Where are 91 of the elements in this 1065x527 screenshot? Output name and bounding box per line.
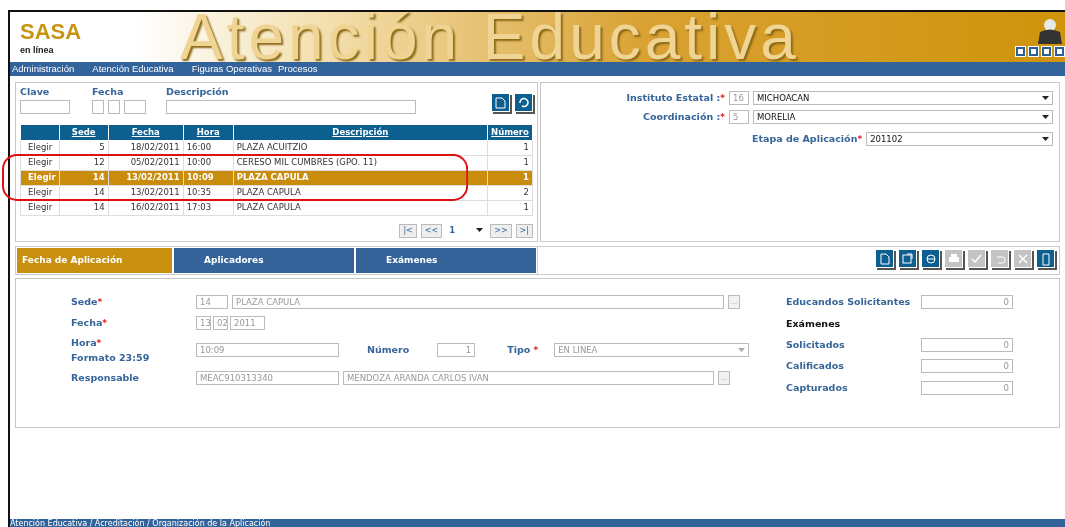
code-field[interactable]: 14 — [196, 295, 228, 310]
table-row[interactable]: Elegir 12 05/02/2011 10:00 CERESO MIL CUMBRES (GPO. 11) 1 — [20, 155, 533, 171]
section-heading: Exámenes — [786, 316, 842, 331]
table-cell: 16/02/2011 — [108, 200, 184, 216]
field-label: Coordinación : — [643, 110, 721, 122]
table-cell: 1 — [487, 155, 533, 171]
code-field[interactable]: 16 — [729, 91, 749, 106]
field-label: Educandos Solicitantes — [786, 296, 911, 307]
field-label: Capturados — [786, 381, 848, 393]
code-field[interactable]: 5 — [729, 109, 749, 124]
code-field[interactable]: MEAC910313340 — [196, 371, 339, 385]
field-label: Instituto Estatal : — [626, 92, 721, 103]
previous-page-button[interactable]: << — [420, 223, 443, 238]
table-cell: 14 — [59, 200, 109, 216]
table-cell: 1 — [487, 200, 533, 216]
table-cell: 10:00 — [183, 155, 234, 171]
column-header[interactable]: Descripción — [233, 124, 488, 141]
year-field[interactable] — [124, 99, 146, 114]
column-label: Descripción — [166, 86, 229, 97]
count-field[interactable]: 0 — [921, 359, 1013, 374]
count-field[interactable]: 0 — [921, 337, 1013, 352]
column-header[interactable]: Número — [487, 124, 533, 141]
table-cell: CERESO MIL CUMBRES (GPO. 11) — [233, 155, 488, 171]
table-cell: 2 — [487, 185, 533, 201]
field-label: Solicitados — [786, 338, 845, 350]
user-icon — [1035, 17, 1065, 44]
day-field[interactable]: 13 — [196, 315, 211, 330]
caret-icon — [1042, 114, 1049, 120]
menu-item[interactable]: Administración — [12, 62, 75, 76]
menu-item[interactable]: Atención Educativa — [92, 62, 174, 76]
name-field[interactable]: PLAZA CAPULA — [232, 295, 724, 310]
required-mark: * — [532, 345, 539, 356]
caret-icon — [476, 227, 484, 233]
column-label: Clave — [20, 86, 50, 97]
number-field[interactable]: 1 — [437, 343, 476, 358]
count-field[interactable]: 0 — [921, 380, 1013, 395]
field-label: Tipo — [507, 344, 531, 356]
tab[interactable]: Aplicadores — [174, 248, 354, 273]
field-label: Número — [367, 344, 410, 356]
logo-text: SASA — [20, 19, 83, 45]
table-cell: 12 — [59, 155, 109, 171]
status-bar: Atención Educativa / Acreditación / Organización de la Aplicación — [10, 519, 1065, 527]
required-mark: * — [857, 134, 863, 144]
field-label: Fecha — [71, 316, 103, 328]
menu-item[interactable]: Procesos — [277, 62, 318, 76]
table-cell: 17:03 — [183, 200, 234, 216]
table-cell: 05/02/2011 — [108, 155, 184, 171]
column-header[interactable]: Hora — [183, 124, 234, 141]
menu-item[interactable]: Figuras Operativas — [191, 62, 272, 76]
select-field[interactable]: EN LINEA — [554, 343, 750, 358]
table-cell: PLAZA CAPULA — [233, 200, 488, 216]
year-field[interactable]: 2011 — [230, 315, 265, 330]
clave-field[interactable] — [20, 99, 70, 114]
format-hint: Formato 23:59 — [71, 350, 151, 365]
table-row[interactable]: Elegir 5 18/02/2011 16:00 PLAZA ACUITZIO 1 — [20, 140, 533, 156]
next-page-button[interactable]: >> — [490, 223, 512, 238]
time-field[interactable]: 10:09 — [196, 343, 339, 358]
month-field[interactable] — [108, 99, 120, 114]
field-label: Hora — [71, 337, 97, 348]
column-header[interactable]: Fecha — [108, 124, 184, 141]
required-mark: * — [102, 317, 108, 328]
table-row[interactable]: Elegir 14 16/02/2011 17:03 PLAZA CAPULA 1 — [20, 200, 533, 216]
select-field[interactable]: MICHOACAN — [753, 91, 1053, 106]
column-label: Fecha — [92, 86, 124, 97]
last-page-button[interactable]: >| — [515, 223, 533, 238]
required-mark: * — [96, 338, 102, 348]
field-label: Responsable — [71, 371, 140, 383]
required-mark: * — [720, 111, 725, 122]
description-field[interactable] — [166, 99, 416, 114]
caret-icon — [1042, 137, 1049, 143]
table-row[interactable]: Elegir 14 13/02/2011 10:35 PLAZA CAPULA 2 — [20, 185, 533, 201]
new-document-icon[interactable] — [875, 249, 894, 268]
field-label: Calificados — [786, 360, 844, 372]
required-mark: * — [720, 93, 725, 103]
select-field[interactable]: 201102 — [866, 132, 1053, 147]
first-page-button[interactable]: |< — [399, 223, 417, 238]
required-mark: * — [97, 297, 103, 307]
logo-subtitle: en línea — [20, 45, 55, 55]
caret-icon — [738, 348, 746, 354]
caret-icon — [1042, 96, 1049, 102]
field-label: Sede — [71, 296, 98, 307]
tab[interactable]: Exámenes — [356, 248, 536, 273]
month-field[interactable]: 02 — [213, 315, 228, 330]
field-label: Etapa de Aplicación — [752, 133, 858, 144]
day-field[interactable] — [92, 99, 104, 114]
table-cell: 1 — [487, 140, 533, 156]
table-row[interactable]: Elegir 14 13/02/2011 10:09 PLAZA CAPULA 1 — [20, 170, 533, 186]
column-header[interactable]: Sede — [59, 124, 109, 141]
select-field[interactable]: MORELIA — [753, 109, 1053, 124]
count-field[interactable]: 0 — [921, 295, 1013, 309]
name-field[interactable]: MENDOZA ARANDA CARLOS IVAN — [343, 371, 714, 385]
